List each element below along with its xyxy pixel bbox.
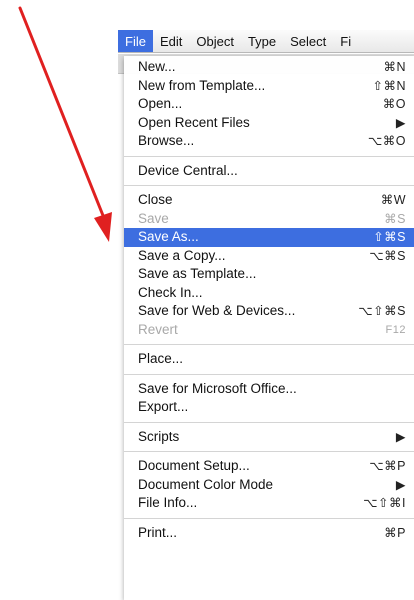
red-arrow-icon [18, 6, 112, 242]
